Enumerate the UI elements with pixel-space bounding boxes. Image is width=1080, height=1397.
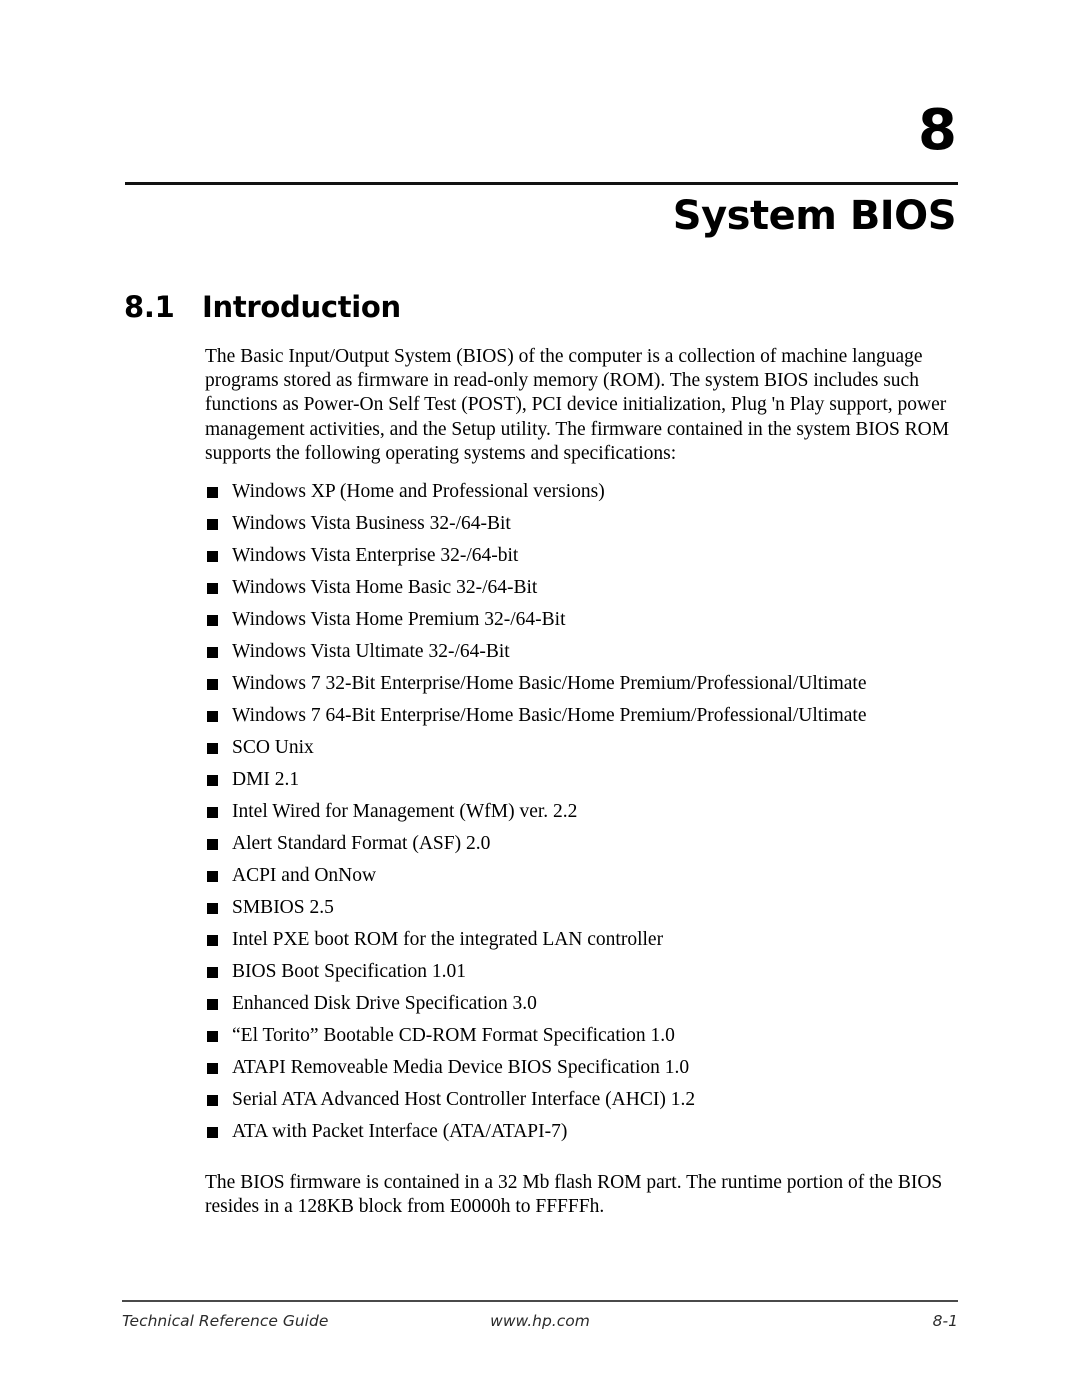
list-item: Windows Vista Home Basic 32-/64-Bit: [205, 576, 960, 608]
list-item-label: BIOS Boot Specification 1.01: [232, 961, 466, 983]
list-item: Windows 7 32-Bit Enterprise/Home Basic/H…: [205, 672, 960, 704]
list-item: Intel Wired for Management (WfM) ver. 2.…: [205, 800, 960, 832]
list-item-label: SMBIOS 2.5: [232, 897, 334, 919]
list-item: Alert Standard Format (ASF) 2.0: [205, 832, 960, 864]
list-item-label: Windows Vista Home Premium 32-/64-Bit: [232, 609, 566, 631]
square-bullet-icon: [207, 871, 218, 883]
square-bullet-icon: [207, 775, 218, 787]
section-number: 8.1: [124, 290, 175, 324]
chapter-header: 8 System BIOS: [125, 100, 958, 240]
supported-specifications-list: Windows XP (Home and Professional versio…: [205, 480, 960, 1152]
list-item: Windows Vista Home Premium 32-/64-Bit: [205, 608, 960, 640]
square-bullet-icon: [207, 583, 218, 595]
square-bullet-icon: [207, 711, 218, 723]
footer-website-url: www.hp.com: [490, 1312, 590, 1330]
list-item-label: Intel Wired for Management (WfM) ver. 2.…: [232, 801, 578, 823]
list-item-label: Windows Vista Business 32-/64-Bit: [232, 513, 511, 535]
list-item-label: DMI 2.1: [232, 769, 300, 791]
intro-paragraph: The Basic Input/Output System (BIOS) of …: [205, 346, 950, 464]
chapter-number: 8: [918, 98, 957, 163]
list-item: Windows Vista Ultimate 32-/64-Bit: [205, 640, 960, 672]
list-item-label: Windows 7 64-Bit Enterprise/Home Basic/H…: [232, 705, 867, 727]
list-item-label: Intel PXE boot ROM for the integrated LA…: [232, 929, 664, 951]
list-item-label: Windows Vista Ultimate 32-/64-Bit: [232, 641, 510, 663]
square-bullet-icon: [207, 807, 218, 819]
list-item: DMI 2.1: [205, 768, 960, 800]
square-bullet-icon: [207, 551, 218, 563]
list-item: Windows Vista Business 32-/64-Bit: [205, 512, 960, 544]
list-item: Windows 7 64-Bit Enterprise/Home Basic/H…: [205, 704, 960, 736]
list-item: Enhanced Disk Drive Specification 3.0: [205, 992, 960, 1024]
footer-page-number: 8-1: [932, 1312, 958, 1330]
footer-divider-rule: [122, 1300, 958, 1302]
square-bullet-icon: [207, 967, 218, 979]
list-item-label: “El Torito” Bootable CD-ROM Format Speci…: [232, 1025, 675, 1047]
list-item: ATA with Packet Interface (ATA/ATAPI-7): [205, 1120, 960, 1152]
list-item: Serial ATA Advanced Host Controller Inte…: [205, 1088, 960, 1120]
document-page: 8 System BIOS 8.1 Introduction The Basic…: [0, 0, 1080, 1397]
list-item: SMBIOS 2.5: [205, 896, 960, 928]
page-footer: Technical Reference Guide www.hp.com 8-1: [122, 1300, 958, 1332]
square-bullet-icon: [207, 519, 218, 531]
square-bullet-icon: [207, 1127, 218, 1139]
square-bullet-icon: [207, 743, 218, 755]
list-item-label: Windows 7 32-Bit Enterprise/Home Basic/H…: [232, 673, 867, 695]
list-item: BIOS Boot Specification 1.01: [205, 960, 960, 992]
list-item: Windows XP (Home and Professional versio…: [205, 480, 960, 512]
list-item: Intel PXE boot ROM for the integrated LA…: [205, 928, 960, 960]
list-item: SCO Unix: [205, 736, 960, 768]
square-bullet-icon: [207, 679, 218, 691]
square-bullet-icon: [207, 487, 218, 499]
chapter-divider-rule: [125, 182, 958, 185]
list-item: ATAPI Removeable Media Device BIOS Speci…: [205, 1056, 960, 1088]
list-item-label: Enhanced Disk Drive Specification 3.0: [232, 993, 537, 1015]
footer-row: Technical Reference Guide www.hp.com 8-1: [122, 1310, 958, 1332]
list-item-label: SCO Unix: [232, 737, 314, 759]
list-item-label: Windows XP (Home and Professional versio…: [232, 481, 605, 503]
square-bullet-icon: [207, 839, 218, 851]
list-item-label: Windows Vista Home Basic 32-/64-Bit: [232, 577, 538, 599]
list-item: ACPI and OnNow: [205, 864, 960, 896]
list-item: “El Torito” Bootable CD-ROM Format Speci…: [205, 1024, 960, 1056]
square-bullet-icon: [207, 1031, 218, 1043]
square-bullet-icon: [207, 615, 218, 627]
square-bullet-icon: [207, 903, 218, 915]
list-item-label: Alert Standard Format (ASF) 2.0: [232, 833, 491, 855]
section-heading: 8.1 Introduction: [124, 290, 401, 324]
list-item-label: Windows Vista Enterprise 32-/64-bit: [232, 545, 519, 567]
chapter-title: System BIOS: [672, 193, 957, 239]
section-content: The Basic Input/Output System (BIOS) of …: [205, 345, 960, 1219]
list-item-label: Serial ATA Advanced Host Controller Inte…: [232, 1089, 696, 1111]
square-bullet-icon: [207, 1063, 218, 1075]
section-title: Introduction: [202, 290, 401, 324]
list-item: Windows Vista Enterprise 32-/64-bit: [205, 544, 960, 576]
square-bullet-icon: [207, 935, 218, 947]
square-bullet-icon: [207, 647, 218, 659]
square-bullet-icon: [207, 999, 218, 1011]
list-item-label: ATA with Packet Interface (ATA/ATAPI-7): [232, 1121, 568, 1143]
list-item-label: ACPI and OnNow: [232, 865, 377, 887]
square-bullet-icon: [207, 1095, 218, 1107]
closing-paragraph: The BIOS firmware is contained in a 32 M…: [205, 1172, 943, 1218]
list-item-label: ATAPI Removeable Media Device BIOS Speci…: [232, 1057, 690, 1079]
